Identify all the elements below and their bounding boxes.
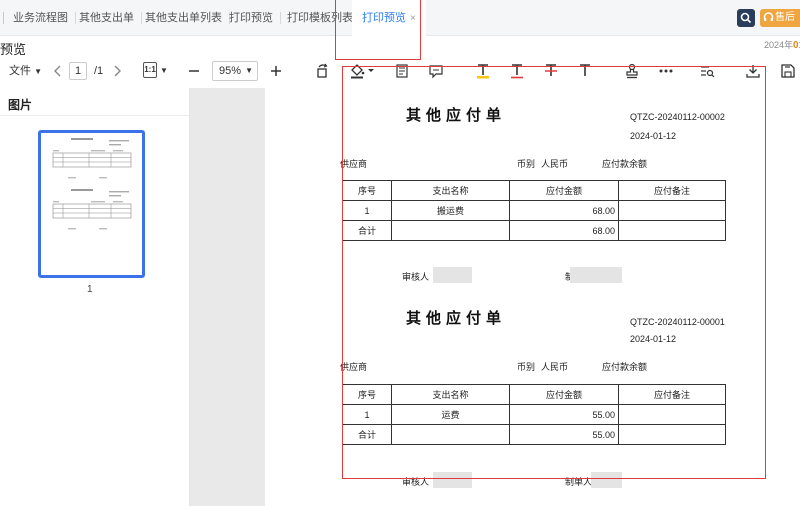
chevron-right-icon <box>114 65 121 77</box>
zoom-value: 95% <box>219 65 242 77</box>
page-thumbnail[interactable] <box>38 130 145 278</box>
fit-dropdown-icon[interactable]: ▼ <box>160 58 168 84</box>
tab-other-expense[interactable]: 其他支出单 <box>79 0 142 36</box>
thumbnail-panel: 图片 1 <box>0 88 190 506</box>
tab-label: 打印预览 <box>229 12 273 24</box>
minus-icon <box>189 70 199 72</box>
actual-size-button[interactable]: 1:1 <box>143 62 157 78</box>
tab-workflow[interactable]: 业务流程图 <box>13 0 76 36</box>
search-button[interactable] <box>737 9 755 27</box>
thumbnail-page-number: 1 <box>87 284 93 295</box>
search-icon <box>740 12 752 24</box>
save-icon <box>781 64 795 78</box>
page-thumbnail-preview <box>52 138 132 230</box>
prev-page-button[interactable] <box>51 63 69 79</box>
caret-down-icon: ▼ <box>34 67 42 76</box>
file-menu[interactable]: 文件 ▼ <box>9 58 42 84</box>
date-prefix: 2024年 <box>764 40 794 50</box>
tab-label: 业务流程图 <box>13 12 68 24</box>
page-number-input[interactable]: 1 <box>69 62 87 80</box>
chevron-down-icon: ▼ <box>245 66 253 75</box>
plus-icon <box>271 66 281 76</box>
highlight-box-tab <box>335 0 421 60</box>
after-sales-button[interactable]: 售后 <box>760 9 800 27</box>
highlight-box-document <box>342 66 766 479</box>
tab-print-preview[interactable]: 打印预览 <box>229 0 281 36</box>
page-title: 预览 <box>0 42 27 57</box>
rotate-button[interactable] <box>314 63 332 79</box>
zoom-out-button[interactable] <box>187 63 205 79</box>
tab-other-expense-list[interactable]: 其他支出单列表 <box>145 0 230 36</box>
tab-divider <box>3 12 4 24</box>
thumbnail-panel-title: 图片 <box>8 98 33 112</box>
date-value: 01 <box>793 40 800 51</box>
headset-icon <box>763 12 774 21</box>
date-badge: 2024年01 <box>764 38 800 51</box>
tab-label: 其他支出单 <box>79 12 134 24</box>
zoom-in-button[interactable] <box>269 63 287 79</box>
file-menu-label: 文件 <box>9 65 31 77</box>
divider <box>0 115 189 116</box>
tab-label: 其他支出单列表 <box>145 12 222 24</box>
zoom-select[interactable]: 95% ▼ <box>212 61 258 81</box>
save-button[interactable] <box>780 63 798 79</box>
chevron-left-icon <box>54 65 61 77</box>
after-sales-label: 售后 <box>775 12 795 23</box>
page-total: /1 <box>94 65 104 77</box>
next-page-button[interactable] <box>110 63 128 79</box>
rotate-icon <box>317 63 328 78</box>
